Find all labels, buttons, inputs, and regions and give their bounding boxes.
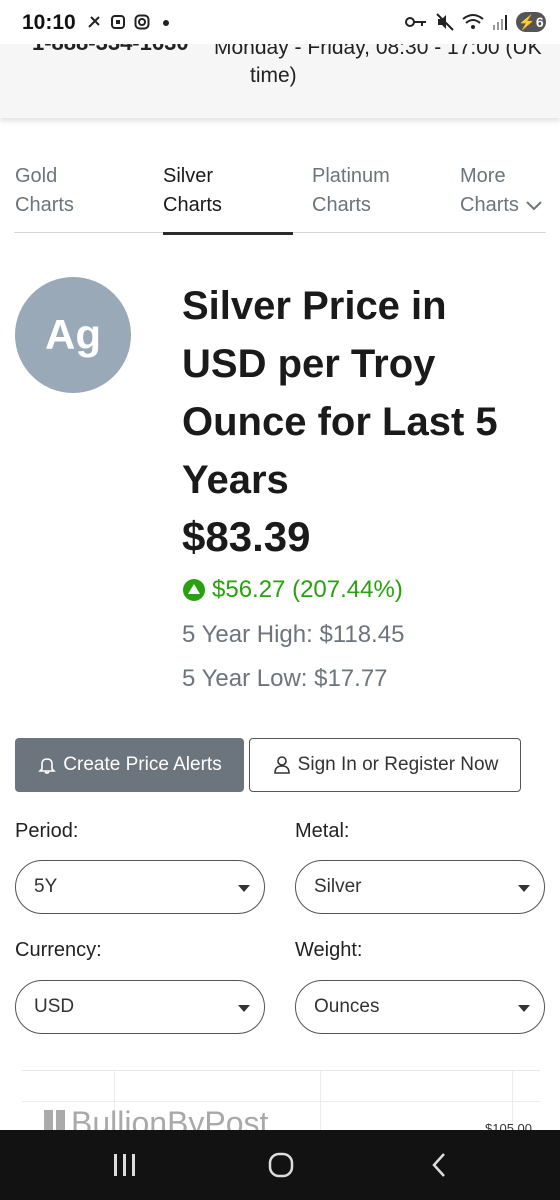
weight-label: Weight: bbox=[295, 939, 363, 961]
price-change: $56.27 (207.44%) bbox=[182, 576, 403, 604]
status-notification-icons bbox=[86, 14, 174, 30]
five-year-high: 5 Year High: $118.45 bbox=[182, 621, 405, 648]
chart-tabs: Gold Charts Silver Charts Platinum Chart… bbox=[14, 160, 546, 235]
tab-label-line1: Silver bbox=[163, 165, 214, 187]
battery-level: 6 bbox=[535, 14, 544, 30]
tab-silver-charts[interactable]: Silver Charts bbox=[163, 162, 293, 235]
home-icon[interactable] bbox=[267, 1148, 295, 1182]
caret-down-icon bbox=[518, 885, 530, 892]
chevron-down-icon bbox=[526, 201, 542, 211]
back-icon[interactable] bbox=[428, 1148, 450, 1182]
caret-down-icon bbox=[238, 1005, 250, 1012]
charging-bolt-icon: ⚡ bbox=[518, 13, 536, 30]
notification-icon bbox=[88, 16, 100, 28]
period-select[interactable]: 5Y bbox=[15, 860, 265, 914]
tab-label-line2: Charts bbox=[163, 194, 222, 216]
weight-select[interactable]: Ounces bbox=[295, 980, 545, 1034]
mute-icon bbox=[436, 13, 454, 31]
system-navigation-bar bbox=[0, 1130, 560, 1200]
status-system-icons: ⚡ 6 bbox=[404, 12, 546, 32]
tab-gold-charts[interactable]: Gold Charts bbox=[15, 162, 74, 234]
sign-in-register-button[interactable]: Sign In or Register Now bbox=[249, 738, 521, 792]
weight-select-value: Ounces bbox=[314, 996, 380, 1017]
tab-more-charts[interactable]: More Charts bbox=[460, 162, 543, 234]
wifi-icon bbox=[462, 14, 484, 29]
metal-symbol-avatar: Ag bbox=[15, 277, 131, 393]
bell-icon bbox=[38, 758, 57, 774]
five-year-low: 5 Year Low: $17.77 bbox=[182, 665, 388, 692]
battery-indicator: ⚡ 6 bbox=[516, 12, 546, 32]
chart-watermark-text: BullionByPost bbox=[71, 1105, 269, 1131]
caret-down-icon bbox=[238, 885, 250, 892]
tab-label-line2: Charts bbox=[15, 194, 74, 216]
page-title: Silver Price in USD per Troy Ounce for L… bbox=[182, 284, 498, 502]
currency-select-value: USD bbox=[34, 996, 75, 1017]
period-label: Period: bbox=[15, 820, 79, 842]
recent-apps-icon[interactable] bbox=[112, 1148, 138, 1182]
price-change-value: $56.27 (207.44%) bbox=[212, 576, 403, 603]
metal-select-value: Silver bbox=[314, 876, 362, 897]
create-price-alerts-button[interactable]: Create Price Alerts bbox=[15, 738, 244, 792]
chart-gridline bbox=[22, 1101, 540, 1102]
user-icon bbox=[273, 756, 290, 774]
instagram-icon bbox=[134, 14, 150, 30]
tab-label-line1: More bbox=[460, 165, 506, 187]
tab-label-line1: Platinum bbox=[312, 165, 390, 187]
contact-info-panel: 1-888-334-1630 Monday - Friday, 08:30 - … bbox=[0, 30, 560, 118]
dot-icon bbox=[163, 20, 169, 26]
status-bar: 10:10 ⚡ 6 bbox=[0, 0, 560, 44]
caret-down-icon bbox=[518, 1005, 530, 1012]
create-price-alerts-label: Create Price Alerts bbox=[63, 754, 222, 775]
tab-label-line2: Charts bbox=[460, 194, 519, 216]
metal-label: Metal: bbox=[295, 820, 350, 842]
triangle-up-icon bbox=[183, 579, 205, 601]
currency-label: Currency: bbox=[15, 939, 102, 961]
bullionbypost-logo-icon bbox=[44, 1109, 65, 1131]
tab-label-line1: Gold bbox=[15, 165, 58, 187]
tab-platinum-charts[interactable]: Platinum Charts bbox=[312, 162, 390, 234]
metal-select[interactable]: Silver bbox=[295, 860, 545, 914]
key-icon bbox=[405, 17, 426, 27]
chart-watermark: BullionByPost bbox=[44, 1105, 268, 1131]
current-price: $83.39 bbox=[182, 513, 311, 560]
contact-hours-continued: time) bbox=[250, 64, 297, 87]
status-time: 10:10 bbox=[22, 11, 76, 34]
price-chart[interactable]: BullionByPost $105.00 bbox=[22, 1070, 540, 1131]
signal-icon bbox=[493, 15, 507, 30]
screenshot-icon bbox=[111, 15, 125, 29]
sign-in-register-label: Sign In or Register Now bbox=[297, 754, 499, 775]
period-select-value: 5Y bbox=[34, 876, 58, 897]
tab-label-line2: Charts bbox=[312, 194, 371, 216]
currency-select[interactable]: USD bbox=[15, 980, 265, 1034]
